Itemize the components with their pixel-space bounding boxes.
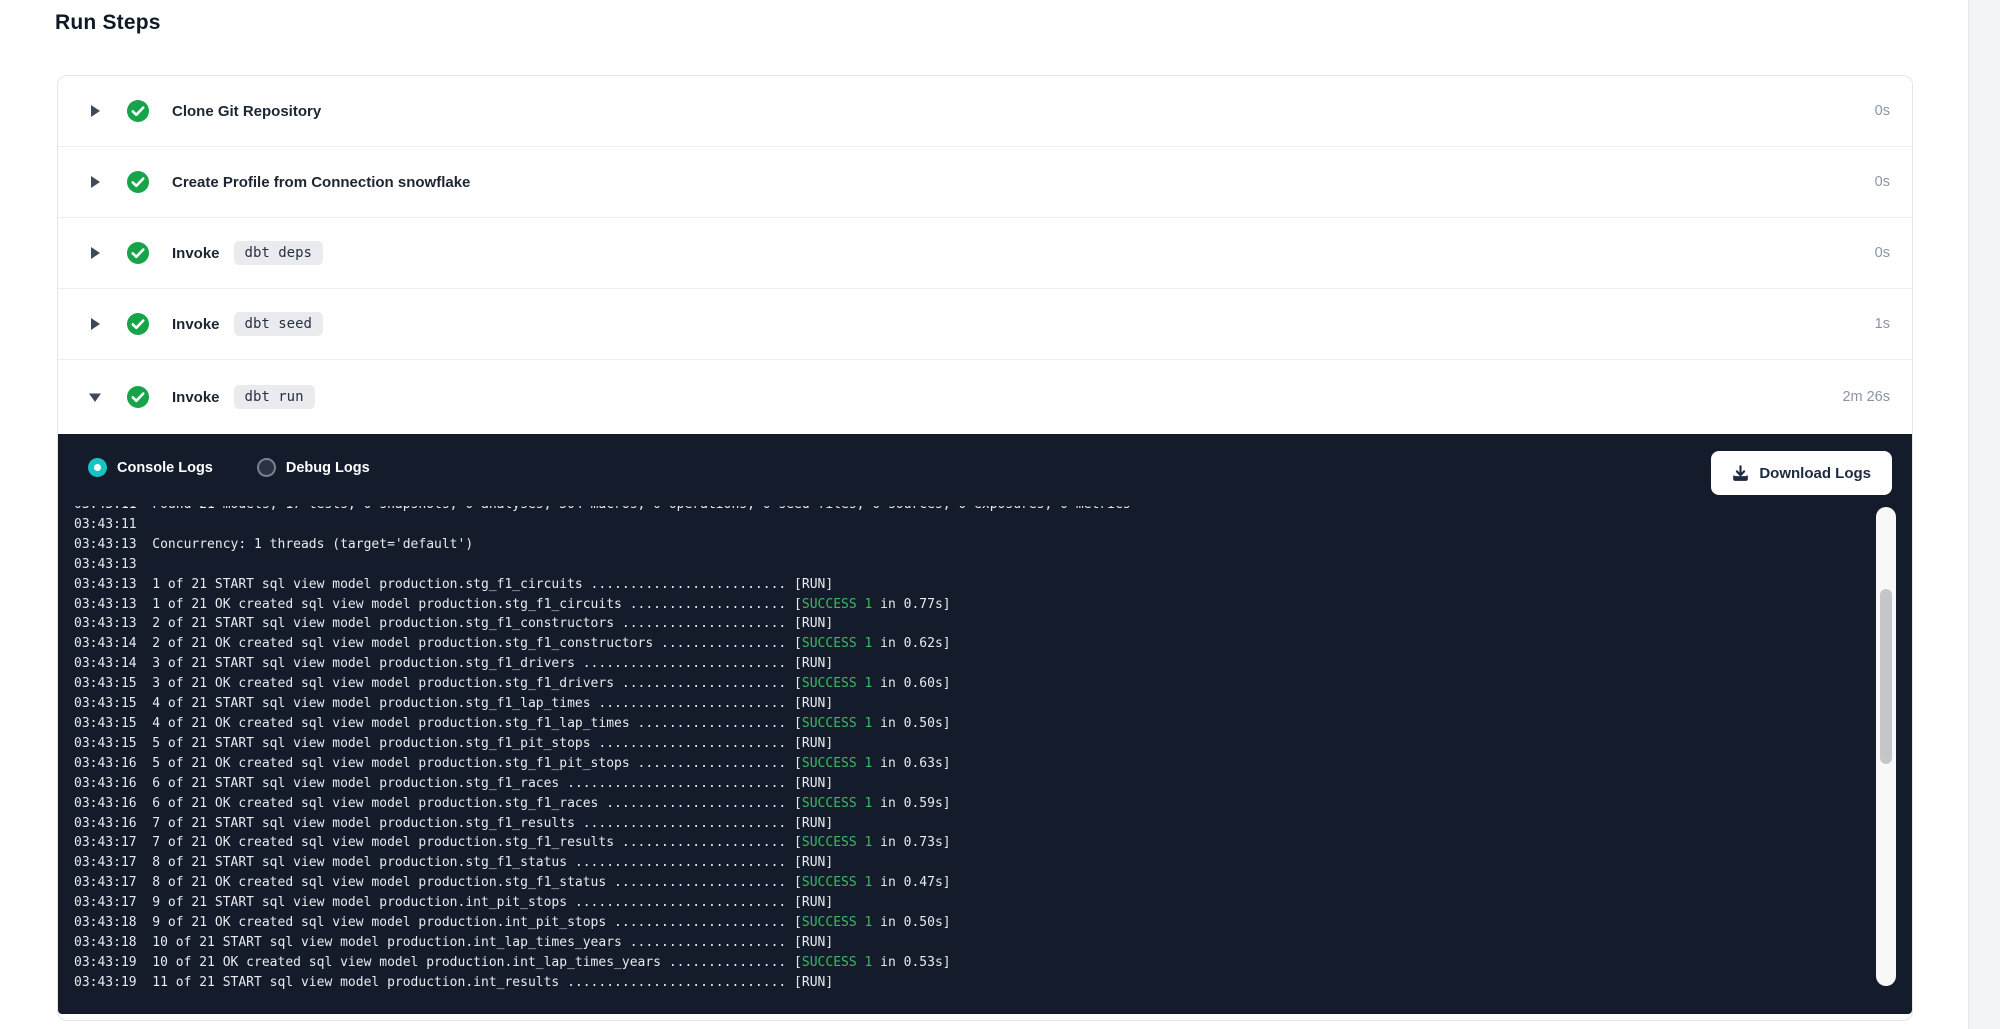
log-line: 03:43:15 5 of 21 START sql view model pr…: [74, 734, 1866, 754]
log-line: 03:43:17 8 of 21 OK created sql view mod…: [74, 873, 1866, 893]
radio-selected-icon: [88, 458, 107, 477]
success-check-icon: [126, 241, 150, 265]
log-line: 03:43:15 4 of 21 OK created sql view mod…: [74, 714, 1866, 734]
step-duration: 0s: [1875, 103, 1894, 119]
radio-unselected-icon: [257, 458, 276, 477]
step-label: Invoke: [172, 316, 220, 333]
success-check-icon: [126, 312, 150, 336]
download-button-label: Download Logs: [1759, 465, 1871, 482]
log-line: 03:43:16 6 of 21 OK created sql view mod…: [74, 794, 1866, 814]
command-badge: dbt deps: [234, 241, 323, 265]
success-check-icon: [126, 99, 150, 123]
step-row-invoke-dbt-run[interactable]: Invoke dbt run 2m 26s: [58, 360, 1912, 434]
command-badge: dbt seed: [234, 312, 323, 336]
chevron-right-icon[interactable]: [88, 104, 102, 118]
log-line: 03:43:15 3 of 21 OK created sql view mod…: [74, 674, 1866, 694]
page-scroll-gutter: [1968, 0, 2000, 1029]
log-line: 03:43:18 10 of 21 START sql view model p…: [74, 933, 1866, 953]
step-label: Invoke: [172, 245, 220, 262]
log-line: 03:43:19 10 of 21 OK created sql view mo…: [74, 953, 1866, 973]
download-logs-button[interactable]: Download Logs: [1711, 451, 1892, 495]
log-line: 03:43:19 11 of 21 START sql view model p…: [74, 973, 1866, 993]
radio-console-logs[interactable]: Console Logs: [88, 458, 213, 477]
log-line: 03:43:14 2 of 21 OK created sql view mod…: [74, 634, 1866, 654]
step-row-create-profile[interactable]: Create Profile from Connection snowflake…: [58, 147, 1912, 218]
radio-label: Debug Logs: [286, 460, 370, 476]
log-line: 03:43:13 Concurrency: 1 threads (target=…: [74, 535, 1866, 555]
log-line: 03:43:18 9 of 21 OK created sql view mod…: [74, 913, 1866, 933]
log-line: 03:43:16 7 of 21 START sql view model pr…: [74, 814, 1866, 834]
log-scrollbar-thumb[interactable]: [1880, 589, 1892, 764]
success-check-icon: [126, 385, 150, 409]
log-lines: 03:43:11 Found 21 models, 17 tests, 0 sn…: [74, 506, 1866, 993]
log-panel: Console Logs Debug Logs Download Logs 03…: [58, 434, 1912, 1014]
download-icon: [1732, 465, 1749, 482]
log-line: 03:43:13 1 of 21 OK created sql view mod…: [74, 595, 1866, 615]
step-duration: 1s: [1875, 316, 1894, 332]
log-line: 03:43:16 5 of 21 OK created sql view mod…: [74, 754, 1866, 774]
log-line: 03:43:17 9 of 21 START sql view model pr…: [74, 893, 1866, 913]
step-row-clone-git-repository[interactable]: Clone Git Repository 0s: [58, 76, 1912, 147]
log-line: 03:43:11 Found 21 models, 17 tests, 0 sn…: [74, 506, 1866, 515]
log-line: 03:43:13: [74, 555, 1866, 575]
log-line: 03:43:17 7 of 21 OK created sql view mod…: [74, 833, 1866, 853]
chevron-down-icon[interactable]: [88, 390, 102, 404]
log-line: 03:43:17 8 of 21 START sql view model pr…: [74, 853, 1866, 873]
step-label: Invoke: [172, 389, 220, 406]
log-line: 03:43:15 4 of 21 START sql view model pr…: [74, 694, 1866, 714]
step-label: Clone Git Repository: [172, 103, 321, 120]
step-row-invoke-dbt-seed[interactable]: Invoke dbt seed 1s: [58, 289, 1912, 360]
step-label: Create Profile from Connection snowflake: [172, 174, 470, 191]
chevron-right-icon[interactable]: [88, 175, 102, 189]
log-type-radio-group: Console Logs Debug Logs: [88, 458, 370, 477]
log-line: 03:43:16 6 of 21 START sql view model pr…: [74, 774, 1866, 794]
step-duration: 2m 26s: [1842, 389, 1894, 405]
command-badge: dbt run: [234, 385, 315, 409]
log-line: 03:43:14 3 of 21 START sql view model pr…: [74, 654, 1866, 674]
log-scrollbar-track[interactable]: [1876, 507, 1896, 986]
log-line: 03:43:13 2 of 21 START sql view model pr…: [74, 614, 1866, 634]
step-duration: 0s: [1875, 174, 1894, 190]
run-steps-card: Clone Git Repository 0s Create Profile f…: [57, 75, 1913, 1021]
page-title: Run Steps: [55, 11, 161, 35]
chevron-right-icon[interactable]: [88, 317, 102, 331]
step-row-invoke-dbt-deps[interactable]: Invoke dbt deps 0s: [58, 218, 1912, 289]
log-line: 03:43:11: [74, 515, 1866, 535]
radio-label: Console Logs: [117, 460, 213, 476]
radio-debug-logs[interactable]: Debug Logs: [257, 458, 370, 477]
log-line: 03:43:13 1 of 21 START sql view model pr…: [74, 575, 1866, 595]
console-log-output[interactable]: 03:43:11 Found 21 models, 17 tests, 0 sn…: [74, 506, 1866, 1006]
step-duration: 0s: [1875, 245, 1894, 261]
success-check-icon: [126, 170, 150, 194]
chevron-right-icon[interactable]: [88, 246, 102, 260]
